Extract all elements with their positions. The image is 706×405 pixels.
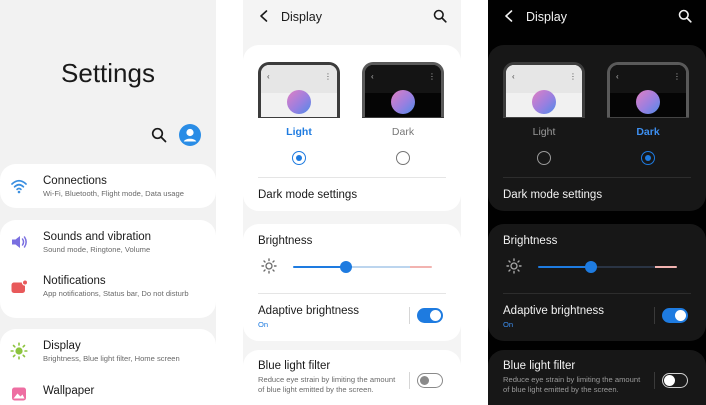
settings-item-title: Connections [43,175,107,187]
adaptive-brightness-status: On [503,320,514,329]
brightness-slider[interactable] [538,266,677,268]
preview-back-icon: ‹ [616,72,619,81]
preview-circle [391,90,415,114]
brightness-slider[interactable] [293,266,432,268]
settings-item-title: Display [43,340,81,352]
dark-theme-radio[interactable] [396,151,410,165]
light-theme-radio[interactable] [537,151,551,165]
settings-item-display[interactable]: Display Brightness, Blue light filter, H… [0,329,216,373]
blue-light-filter-card: Blue light filter Reduce eye strain by l… [243,350,461,405]
dark-theme-preview[interactable]: ‹ ⋮ [362,62,444,117]
wallpaper-icon [10,385,28,403]
settings-item-subtitle: Wi-Fi, Bluetooth, Flight mode, Data usag… [43,189,184,198]
theme-card: ‹ ⋮ ‹ ⋮ Light Dark Dark mode settings [488,45,706,211]
settings-item-subtitle: Brightness, Blue light filter, Home scre… [43,354,180,363]
preview-back-icon: ‹ [371,72,374,81]
blue-light-filter-card: Blue light filter Reduce eye strain by l… [488,350,706,405]
display-screen-light: Display ‹ ⋮ ‹ ⋮ Light Dark Dark mode set… [243,0,461,405]
blue-light-filter-toggle[interactable] [417,373,443,388]
settings-group-display: Display Brightness, Blue light filter, H… [0,329,216,405]
settings-item-connections[interactable]: Connections Wi-Fi, Bluetooth, Flight mod… [0,164,216,208]
settings-item-notifications[interactable]: Notifications App notifications, Status … [0,264,216,318]
preview-circle [636,90,660,114]
brightness-sun-icon [506,258,522,274]
wifi-icon [10,177,28,195]
preview-back-icon: ‹ [267,72,270,81]
adaptive-brightness-status: On [258,320,269,329]
brightness-slider-thumb[interactable] [584,261,597,273]
settings-item-sounds[interactable]: Sounds and vibration Sound mode, Rington… [0,220,216,262]
settings-item-title: Sounds and vibration [43,231,152,243]
search-icon[interactable] [678,9,692,23]
brightness-label: Brightness [258,235,313,247]
settings-item-subtitle: Sound mode, Ringtone, Volume [43,245,151,254]
sun-icon [10,342,28,360]
light-theme-radio[interactable] [292,151,306,165]
back-arrow-icon[interactable] [258,9,270,23]
adaptive-brightness-toggle[interactable] [417,308,443,323]
brightness-slider-thumb[interactable] [339,261,352,273]
settings-title: Settings [61,58,155,88]
dark-theme-preview[interactable]: ‹ ⋮ [607,62,689,117]
blue-light-filter-title: Blue light filter [503,360,576,372]
dark-mode-settings-link[interactable]: Dark mode settings [503,189,602,201]
back-arrow-icon[interactable] [503,9,515,23]
adaptive-brightness-title: Adaptive brightness [258,305,360,317]
settings-screen: Settings Connections Wi-Fi, Bluetooth, F… [0,0,216,405]
preview-more-icon: ⋮ [324,72,332,81]
dark-theme-label: Dark [391,126,415,138]
dark-theme-label: Dark [636,126,660,138]
volume-icon [10,233,28,251]
display-screen-dark: Display ‹ ⋮ ‹ ⋮ Light Dark Dark mode set… [488,0,706,405]
adaptive-brightness-toggle[interactable] [662,308,688,323]
preview-back-icon: ‹ [512,72,515,81]
brightness-sun-icon [261,258,277,274]
blue-light-filter-title: Blue light filter [258,360,331,372]
blue-light-filter-subtitle: Reduce eye strain by limiting the amount… [258,375,396,394]
light-theme-preview[interactable]: ‹ ⋮ [503,62,585,117]
preview-circle [287,90,311,114]
search-icon[interactable] [433,9,447,23]
settings-group-sounds-notifications: Sounds and vibration Sound mode, Rington… [0,220,216,318]
preview-more-icon: ⋮ [569,72,577,81]
notification-icon [10,278,29,296]
settings-item-title: Wallpaper [43,385,95,397]
blue-light-filter-toggle[interactable] [662,373,688,388]
brightness-card: Brightness Adaptive brightness On [488,224,706,341]
brightness-label: Brightness [503,235,558,247]
profile-avatar-icon[interactable] [179,124,201,146]
light-theme-label: Light [532,126,556,138]
search-icon[interactable] [151,127,167,143]
settings-item-subtitle: App notifications, Status bar, Do not di… [43,289,189,298]
preview-more-icon: ⋮ [428,72,436,81]
adaptive-brightness-title: Adaptive brightness [503,305,605,317]
page-title: Display [526,10,567,24]
settings-group-connections: Connections Wi-Fi, Bluetooth, Flight mod… [0,164,216,208]
dark-mode-settings-link[interactable]: Dark mode settings [258,189,357,201]
settings-item-title: Notifications [43,275,106,287]
light-theme-label: Light [286,126,312,138]
dark-theme-radio[interactable] [641,151,655,165]
blue-light-filter-subtitle: Reduce eye strain by limiting the amount… [503,375,641,394]
page-title: Display [281,10,322,24]
brightness-card: Brightness Adaptive brightness On [243,224,461,341]
settings-item-wallpaper[interactable]: Wallpaper [0,375,216,405]
preview-circle [532,90,556,114]
light-theme-preview[interactable]: ‹ ⋮ [258,62,340,117]
theme-card: ‹ ⋮ ‹ ⋮ Light Dark Dark mode settings [243,45,461,211]
preview-more-icon: ⋮ [673,72,681,81]
